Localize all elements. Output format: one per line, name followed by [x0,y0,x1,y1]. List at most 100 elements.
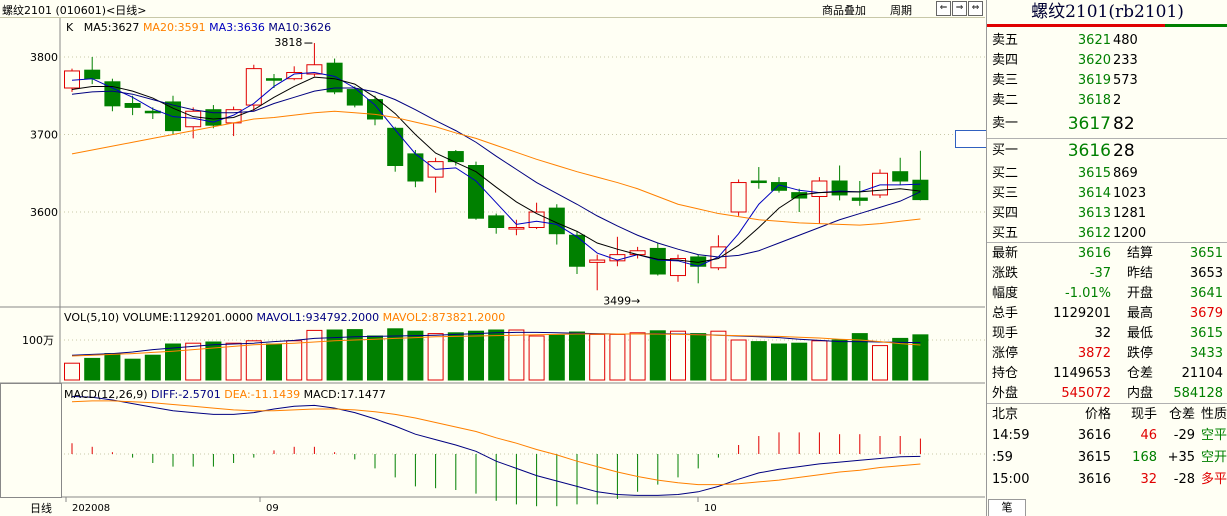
stat-value: -37 [1089,266,1111,281]
ma3-label: MA3:3636 [209,21,265,34]
tick-now-head: 现手 [1130,407,1157,422]
macd-legend: MACD(12,26,9) DIFF:-2.5701 DEA:-11.1439 … [64,388,386,401]
quote-panel: 螺纹2101(rb2101) 卖五 3621 480 卖四 3620 233 卖三 … [986,0,1227,516]
vol-bar-down [468,330,484,381]
vol-legend: VOL(5,10) VOLUME:1129201.0000 MAVOL1:934… [64,311,505,324]
bid-row: 买一 3616 28 [987,141,1227,161]
candle-down [569,234,585,267]
stat-row: 最新 3616 结算 3651 [987,244,1227,264]
vol-bar-down [569,331,585,381]
vol-bar-down [831,339,848,381]
price-tick-label: 3600 [30,206,58,219]
ask-label: 卖四 [992,53,1019,68]
left-blank-box [0,383,62,498]
nav-left-icon[interactable]: ⇐ [936,1,951,16]
vol-bar-down [447,332,464,381]
ma5-label: MA5:3627 [83,21,140,34]
stat-label: 持仓 [992,366,1019,381]
bid-price: 3612 [1077,226,1111,241]
bid-ask-ratio-bar [987,24,1227,27]
tick-nature-head: 性质 [1200,407,1227,422]
nav-right-icon[interactable]: ⇒ [952,1,967,16]
stat-value: 1149653 [1053,366,1111,381]
price-cursor-box [955,130,987,148]
period-button[interactable]: 周期 [890,2,912,18]
stat-value-2: 3653 [1189,266,1223,281]
bid-label: 买三 [992,186,1019,201]
ask-price: 3620 [1077,53,1111,68]
stat-row: 涨停 3872 跌停 3433 [987,344,1227,364]
vol-bar-down [266,343,282,381]
ask-price: 3619 [1077,73,1111,88]
stat-label-2: 跌停 [1127,346,1154,361]
ask-row: 卖五 3621 480 [987,31,1227,51]
period-tab[interactable]: 日线 [30,500,52,516]
dea-label: DEA:-11.1439 [224,388,301,401]
tick-diff: -29 [1173,428,1195,443]
candle-up [508,227,525,230]
x-tick-label: 10 [704,503,717,514]
candle-down [367,99,383,120]
candle-up [872,172,888,196]
tick-tab[interactable]: 笔 [988,499,1026,516]
candle-up [629,250,646,256]
volume-label: VOLUME:1129201.0000 [122,311,253,324]
price-tick-label: 3800 [30,51,58,64]
candle-down [649,247,666,275]
tick-nature: 空平 [1200,428,1227,443]
bid-row: 买四 3613 1281 [987,204,1227,224]
ma-legend: K MA5:3627 MA20:3591 MA3:3636 MA10:3626 [66,21,331,34]
price-tick-label: 3700 [30,129,58,142]
bid-volume: 28 [1113,141,1135,161]
stat-value: 1129201 [1053,306,1111,321]
stat-value: 545072 [1061,386,1111,401]
ask-label: 卖五 [992,33,1019,48]
candle-down [488,215,505,228]
stat-value-2: 3615 [1189,326,1223,341]
candle-down [851,197,868,201]
bid-label: 买五 [992,226,1019,241]
tick-diff: -28 [1173,472,1195,487]
bid-row: 买三 3614 1023 [987,184,1227,204]
stat-label-2: 内盘 [1127,386,1154,401]
vol-bar-down [84,357,101,381]
macd-value-label: MACD:17.1477 [303,388,386,401]
bid-volume: 1200 [1113,226,1147,241]
candle-up [528,211,545,228]
stat-row: 涨跌 -37 昨结 3653 [987,264,1227,284]
bid-price: 3616 [1067,141,1111,161]
stat-row: 总手 1129201 最高 3679 [987,304,1227,324]
stat-value: 3872 [1077,346,1111,361]
tick-diff-head: 仓差 [1168,407,1195,422]
overlay-button[interactable]: 商品叠加 [822,2,866,18]
stat-label-2: 结算 [1127,246,1154,261]
vol-label: VOL(5,10) [64,311,120,324]
tick-price: 3615 [1077,450,1111,465]
ask-price: 3621 [1077,33,1111,48]
vol-bar-down [771,343,787,381]
tick-price-head: 价格 [1084,407,1111,422]
tick-row: 15:00 3616 32 -28 多平 [987,470,1227,490]
macd-title: MACD(12,26,9) [64,388,148,401]
bid-price: 3613 [1077,206,1111,221]
stat-value-2: 3641 [1189,286,1223,301]
vol-bar-up [508,329,525,381]
vol-bar-up [710,330,727,381]
bid-price: 3615 [1077,166,1111,181]
bid-label: 买二 [992,166,1019,181]
k-label: K [66,21,74,34]
mavol2-label: MAVOL2:873821.2000 [382,311,506,324]
vol-bar-up [811,340,828,381]
kline-chart[interactable]: 380037003600100万0202008091038183499→ [0,18,985,516]
tick-time: 15:00 [992,472,1030,487]
vol-bar-down [144,354,161,381]
stat-label: 幅度 [992,286,1019,301]
high-marker-label: 3818 [274,36,302,49]
stat-value: 32 [1094,326,1111,341]
ask-label: 卖二 [992,93,1019,108]
ask-volume: 2 [1113,93,1122,108]
candle-up [811,180,828,197]
ask-volume: 233 [1113,53,1138,68]
nav-fit-icon[interactable]: ⇔ [968,1,983,16]
bid-row: 买二 3615 869 [987,164,1227,184]
